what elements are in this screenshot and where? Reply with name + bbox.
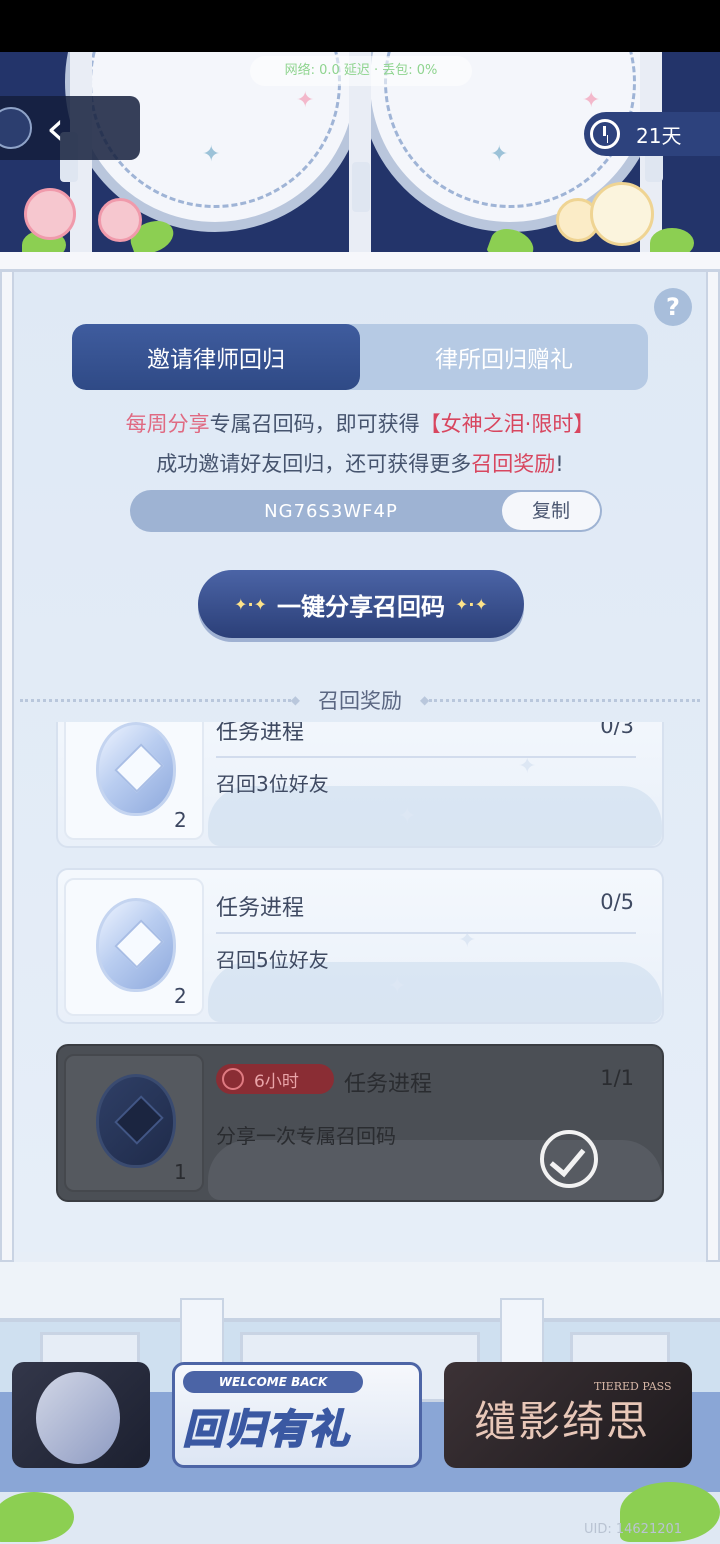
tassel-icon bbox=[352, 162, 370, 212]
task-card: ✦ ✦ 2 任务进程 0/5 召回5位好友 bbox=[56, 868, 664, 1024]
sparkle-icon: ✦ bbox=[388, 974, 407, 999]
reward-count: 1 bbox=[174, 1160, 187, 1184]
chevron-left-icon: ‹ bbox=[46, 101, 65, 155]
network-status: 网络: 0.0 延迟 · 丢包: 0% bbox=[250, 56, 472, 86]
clock-icon bbox=[590, 119, 620, 149]
share-button-label: 一键分享召回码 bbox=[277, 592, 445, 621]
invite-code: NG76S3WF4P bbox=[264, 500, 398, 522]
checkmark-icon bbox=[540, 1130, 598, 1188]
help-button[interactable]: ? bbox=[654, 288, 692, 326]
reward-item[interactable]: 2 bbox=[64, 878, 204, 1016]
diamond-icon: ◆ bbox=[290, 693, 300, 707]
task-title: 任务进程 bbox=[216, 722, 305, 745]
reward-count: 2 bbox=[174, 808, 187, 832]
tab-label: 律所回归赠礼 bbox=[435, 347, 573, 373]
back-button[interactable]: ‹ bbox=[0, 96, 140, 160]
intro-line-2: 成功邀请好友回归，还可获得更多召回奖励! bbox=[0, 448, 720, 478]
reward-count: 2 bbox=[174, 984, 187, 1008]
intro-reward: 【女神之泪·限时】 bbox=[419, 412, 595, 436]
intro-reward: 召回奖励 bbox=[471, 452, 556, 476]
event-timer: 21天 bbox=[584, 112, 720, 156]
task-desc: 分享一次专属召回码 bbox=[216, 1124, 396, 1148]
task-progress: 0/5 bbox=[600, 890, 634, 914]
sparkle-icon: ✦·✦ bbox=[234, 594, 267, 614]
rewards-section-header: ◆ 召回奖励 ◆ bbox=[20, 686, 700, 714]
task-title: 任务进程 bbox=[216, 896, 305, 921]
time-limit-badge: 6小时 bbox=[216, 1064, 334, 1094]
avatar bbox=[0, 107, 32, 149]
star-icon: ✦ bbox=[582, 88, 601, 113]
copy-button[interactable]: 复制 bbox=[502, 492, 600, 530]
star-icon: ✦ bbox=[296, 88, 315, 113]
banner-welcome-back[interactable]: WELCOME BACK 回归有礼 bbox=[172, 1362, 422, 1468]
goddess-tear-icon bbox=[96, 898, 176, 992]
rose-icon bbox=[24, 188, 76, 240]
task-progress: 0/3 bbox=[600, 722, 634, 738]
intro-line-1: 每周分享专属召回码，即可获得【女神之泪·限时】 bbox=[0, 408, 720, 438]
task-card-completed: 1 6小时 任务进程 1/1 分享一次专属召回码 bbox=[56, 1044, 664, 1202]
star-icon: ✦ bbox=[202, 142, 221, 167]
task-card: ✦ ✦ 2 任务进程 0/3 召回3位好友 bbox=[56, 722, 664, 848]
intro-highlight: 每周分享 bbox=[125, 412, 210, 436]
tab-label: 邀请律师回归 bbox=[147, 347, 285, 373]
banner-tiered-pass[interactable]: TIERED PASS 缱影绮思 bbox=[444, 1362, 692, 1468]
time-limit-text: 6小时 bbox=[254, 1071, 299, 1092]
invite-code-bar: NG76S3WF4P 复制 bbox=[130, 490, 602, 532]
scene: ✦ ✦ ✦ ✦ ‹ 21天 ? 邀请律师回归 律所回归赠礼 每周分享专属召回码，… bbox=[0, 52, 720, 1544]
goddess-tear-icon bbox=[96, 1074, 176, 1168]
task-list[interactable]: ✦ ✦ 2 任务进程 0/3 召回3位好友 ✦ ✦ 2 任务进程 0/5 召回5… bbox=[14, 722, 706, 1262]
days-left: 21天 bbox=[636, 123, 682, 148]
task-title: 任务进程 bbox=[344, 1072, 433, 1097]
task-desc: 召回3位好友 bbox=[216, 772, 329, 796]
intro-text: ! bbox=[555, 452, 564, 476]
rewards-title: 召回奖励 bbox=[318, 689, 402, 713]
tab-invite-lawyer[interactable]: 邀请律师回归 bbox=[72, 324, 360, 390]
rose-icon bbox=[98, 198, 142, 242]
intro-text: 专属召回码，即可获得 bbox=[209, 412, 420, 436]
rose-icon bbox=[590, 182, 654, 246]
banner-event-left[interactable] bbox=[12, 1362, 150, 1468]
tab-firm-return-gift[interactable]: 律所回归赠礼 bbox=[360, 324, 648, 390]
tab-bar: 邀请律师回归 律所回归赠礼 bbox=[72, 324, 648, 390]
clock-icon bbox=[222, 1068, 244, 1090]
banner-subtitle: WELCOME BACK bbox=[183, 1371, 363, 1393]
banner-title: 缱影绮思 bbox=[474, 1397, 651, 1446]
task-progress: 1/1 bbox=[600, 1066, 634, 1090]
diamond-icon: ◆ bbox=[420, 693, 430, 707]
reward-item[interactable]: 2 bbox=[64, 722, 204, 840]
banner-title: 回归有礼 bbox=[182, 1406, 351, 1454]
share-code-button[interactable]: ✦·✦ 一键分享召回码 ✦·✦ bbox=[198, 570, 524, 638]
goddess-tear-icon bbox=[36, 1372, 120, 1464]
sparkle-icon: ✦ bbox=[398, 804, 417, 829]
star-icon: ✦ bbox=[490, 142, 509, 167]
sparkle-icon: ✦·✦ bbox=[455, 594, 488, 614]
task-desc: 召回5位好友 bbox=[216, 948, 329, 972]
reward-item[interactable]: 1 bbox=[64, 1054, 204, 1192]
status-bar bbox=[0, 0, 720, 52]
goddess-tear-icon bbox=[96, 722, 176, 816]
intro-text: 成功邀请好友回归，还可获得更多 bbox=[156, 452, 472, 476]
user-id: UID: 14621201 bbox=[584, 1522, 683, 1537]
